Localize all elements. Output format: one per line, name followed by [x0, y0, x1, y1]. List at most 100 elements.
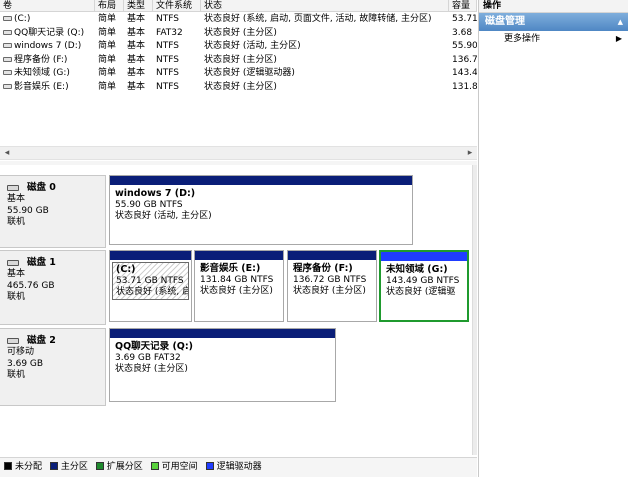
volume-layout: 简单 — [98, 41, 117, 52]
volume-name: (C:) — [14, 14, 31, 24]
volume-name: 程序备份 (F:) — [14, 54, 68, 65]
partition-f[interactable]: 程序备份 (F:) 136.72 GB NTFS 状态良好 (主分区) — [287, 250, 377, 322]
partition-status: 状态良好 (主分区) — [293, 286, 366, 296]
table-row[interactable]: 程序备份 (F:) 简单 基本 NTFS 状态良好 (主分区) 136.7 — [0, 54, 477, 68]
column-header-status[interactable]: 状态 — [201, 0, 449, 12]
partition-size: 3.69 GB FAT32 — [115, 352, 181, 363]
partition-label: 影音娱乐 (E:) — [200, 263, 261, 274]
partition-status: 状态良好 (主分区) — [200, 286, 273, 296]
volume-status: 状态良好 (系统, 启动, 页面文件, 活动, 故障转储, 主分区) — [204, 14, 432, 24]
more-actions-item[interactable]: 更多操作 ▶ — [479, 31, 628, 47]
disk-type: 基本 — [7, 194, 26, 205]
actions-title: 操作 — [479, 0, 628, 13]
volume-capacity: 143.4 — [452, 68, 477, 79]
partition-label: 未知领域 (G:) — [386, 264, 448, 275]
legend-swatch — [49, 462, 58, 470]
volume-layout: 简单 — [98, 14, 117, 24]
disk-size: 3.69 GB — [7, 358, 44, 369]
column-header-type[interactable]: 类型 — [124, 0, 153, 12]
table-row[interactable]: (C:) 简单 基本 NTFS 状态良好 (系统, 启动, 页面文件, 活动, … — [0, 13, 477, 27]
volume-capacity: 136.7 — [452, 54, 477, 65]
volume-filesystem: NTFS — [156, 41, 179, 52]
disk-icon — [7, 185, 19, 191]
partition-c[interactable]: (C:) 53.71 GB NTFS 状态良好 (系统, 启 — [109, 250, 192, 322]
more-actions-label: 更多操作 — [504, 34, 541, 44]
table-row[interactable]: 影音娱乐 (E:) 简单 基本 NTFS 状态良好 (主分区) 131.8 — [0, 81, 477, 95]
disk-state: 联机 — [7, 370, 26, 381]
collapse-icon[interactable]: ▲ — [618, 13, 623, 31]
disk-row: 磁盘 1 基本 465.76 GB 联机 (C:) 53.71 GB NTFS … — [0, 250, 472, 325]
disk-management-main-pane: 卷 布局 类型 文件系统 状态 容量 (C:) 简单 基本 NTFS 状态良好 … — [0, 0, 477, 477]
volume-type: 基本 — [127, 68, 146, 79]
vertical-scrollbar[interactable] — [472, 165, 477, 455]
column-header-filesystem[interactable]: 文件系统 — [153, 0, 201, 12]
disk-row: 磁盘 0 基本 55.90 GB 联机 windows 7 (D:) 55.90… — [0, 175, 472, 248]
partition-size: 143.49 GB NTFS — [386, 275, 460, 286]
volume-name: windows 7 (D:) — [14, 41, 82, 52]
disk-info[interactable]: 磁盘 2 可移动 3.69 GB 联机 — [0, 328, 106, 406]
volume-status: 状态良好 (主分区) — [204, 27, 277, 38]
table-row[interactable]: 未知领域 (G:) 简单 基本 NTFS 状态良好 (逻辑驱动器) 143.4 — [0, 67, 477, 81]
volume-layout: 简单 — [98, 81, 117, 92]
section-label: 磁盘管理 — [485, 16, 525, 27]
disk-name: 磁盘 2 — [27, 335, 56, 346]
volume-status: 状态良好 (主分区) — [204, 81, 277, 92]
partition-size: 55.90 GB NTFS — [115, 199, 183, 210]
partition-e[interactable]: 影音娱乐 (E:) 131.84 GB NTFS 状态良好 (主分区) — [194, 250, 284, 322]
disk-name: 磁盘 0 — [27, 182, 56, 193]
disk-size: 465.76 GB — [7, 280, 55, 291]
legend-swatch — [150, 462, 159, 470]
disk-type: 基本 — [7, 269, 26, 280]
partition-q[interactable]: QQ聊天记录 (Q:) 3.69 GB FAT32 状态良好 (主分区) — [109, 328, 336, 402]
legend-item: 未分配 — [4, 458, 42, 476]
partition-status: 状态良好 (系统, 启 — [116, 287, 189, 297]
volume-capacity: 131.8 — [452, 81, 477, 92]
partition-g[interactable]: 未知领域 (G:) 143.49 GB NTFS 状态良好 (逻辑驱 — [379, 250, 469, 322]
volume-table-body: (C:) 简单 基本 NTFS 状态良好 (系统, 启动, 页面文件, 活动, … — [0, 13, 477, 95]
volume-layout: 简单 — [98, 68, 117, 79]
drive-icon — [3, 70, 12, 76]
partition-d[interactable]: windows 7 (D:) 55.90 GB NTFS 状态良好 (活动, 主… — [109, 175, 413, 245]
volume-status: 状态良好 (活动, 主分区) — [204, 41, 301, 52]
disk-icon — [7, 338, 19, 344]
legend-item: 可用空间 — [150, 458, 198, 476]
column-header-capacity[interactable]: 容量 — [449, 0, 477, 12]
scroll-right-icon[interactable]: ▸ — [463, 147, 477, 159]
legend-item: 主分区 — [49, 458, 88, 476]
column-header-layout[interactable]: 布局 — [95, 0, 124, 12]
legend-label: 逻辑驱动器 — [216, 462, 262, 472]
graphical-disk-view: 磁盘 0 基本 55.90 GB 联机 windows 7 (D:) 55.90… — [0, 165, 472, 455]
partition-type-bar — [195, 251, 283, 260]
disk-info[interactable]: 磁盘 1 基本 465.76 GB 联机 — [0, 250, 106, 325]
drive-icon — [3, 43, 12, 49]
volume-filesystem: NTFS — [156, 68, 179, 79]
actions-section-disk-management[interactable]: 磁盘管理 ▲ — [479, 13, 628, 31]
volume-name: 影音娱乐 (E:) — [14, 81, 69, 92]
disk-info[interactable]: 磁盘 0 基本 55.90 GB 联机 — [0, 175, 106, 248]
horizontal-scrollbar[interactable]: ◂ ▸ — [0, 146, 477, 160]
partition-status: 状态良好 (逻辑驱 — [386, 287, 456, 297]
volume-capacity: 53.71 — [452, 14, 477, 24]
volume-type: 基本 — [127, 27, 146, 38]
partition-label: (C:) — [116, 264, 136, 275]
column-header-volume[interactable]: 卷 — [0, 0, 95, 12]
partition-type-bar — [288, 251, 376, 260]
drive-icon — [3, 16, 12, 21]
legend-label: 主分区 — [60, 462, 88, 472]
scroll-left-icon[interactable]: ◂ — [0, 147, 14, 159]
disk-name: 磁盘 1 — [27, 257, 56, 268]
legend-label: 可用空间 — [161, 462, 198, 472]
disk-size: 55.90 GB — [7, 205, 49, 216]
legend: 未分配 主分区 扩展分区 可用空间 逻辑驱动器 — [0, 457, 477, 477]
volume-capacity: 3.68 — [452, 27, 473, 38]
volume-name: QQ聊天记录 (Q:) — [14, 27, 85, 38]
partition-status: 状态良好 (主分区) — [115, 364, 188, 374]
partition-type-bar — [110, 176, 412, 185]
table-row[interactable]: QQ聊天记录 (Q:) 简单 基本 FAT32 状态良好 (主分区) 3.68 — [0, 27, 477, 41]
volume-type: 基本 — [127, 41, 146, 52]
partition-status: 状态良好 (活动, 主分区) — [115, 211, 212, 221]
partition-type-bar — [110, 251, 191, 260]
volume-filesystem: NTFS — [156, 54, 179, 65]
table-row[interactable]: windows 7 (D:) 简单 基本 NTFS 状态良好 (活动, 主分区)… — [0, 40, 477, 54]
partition-label: windows 7 (D:) — [115, 188, 196, 199]
